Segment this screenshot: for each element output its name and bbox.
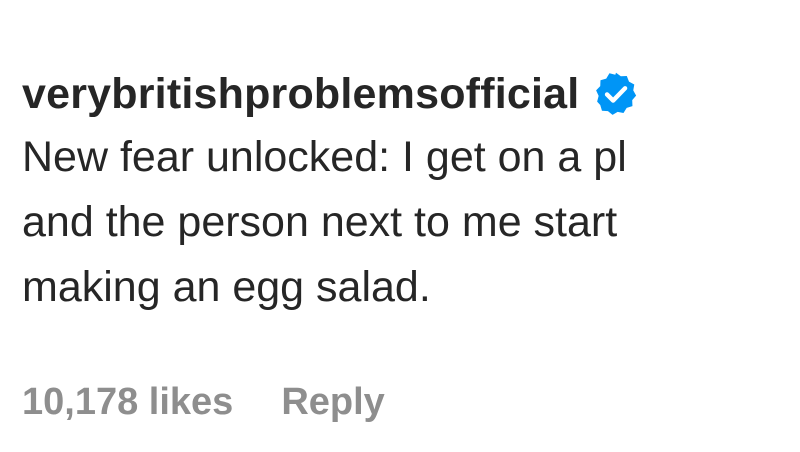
comment-text-line: New fear unlocked: I get on a pl [22,133,627,181]
comment-header: verybritishproblemsofficial [22,64,639,124]
comment-text: New fear unlocked: I get on a pl and the… [22,125,800,320]
reply-button[interactable]: Reply [281,372,384,432]
comment-actions: 10,178 likes Reply [22,372,385,432]
comment: verybritishproblemsofficial New fear unl… [0,0,800,452]
comment-text-line: making an egg salad. [22,263,431,311]
verified-badge-icon [593,71,639,117]
username-link[interactable]: verybritishproblemsofficial [22,64,579,124]
comment-text-line: and the person next to me start [22,198,618,246]
likes-count[interactable]: 10,178 likes [22,372,233,432]
